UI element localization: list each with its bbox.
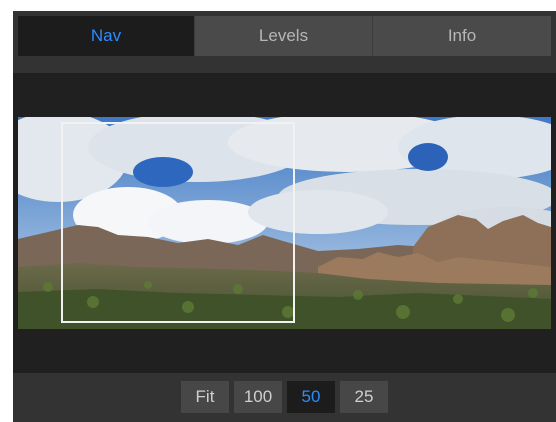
navigator-area: [13, 73, 556, 373]
tab-levels[interactable]: Levels: [195, 16, 373, 56]
zoom-50-button[interactable]: 50: [287, 381, 335, 413]
panel-tabs: Nav Levels Info: [18, 16, 551, 56]
zoom-25-button[interactable]: 25: [340, 381, 388, 413]
tab-info[interactable]: Info: [373, 16, 551, 56]
navigator-preview-image[interactable]: [18, 117, 551, 329]
tab-nav[interactable]: Nav: [18, 16, 195, 56]
zoom-fit-button[interactable]: Fit: [181, 381, 229, 413]
navigator-panel: Nav Levels Info Fit 100 50 25: [13, 11, 556, 422]
zoom-bar: Fit 100 50 25: [181, 381, 388, 413]
navigator-viewport-box[interactable]: [61, 122, 295, 323]
zoom-100-button[interactable]: 100: [234, 381, 282, 413]
